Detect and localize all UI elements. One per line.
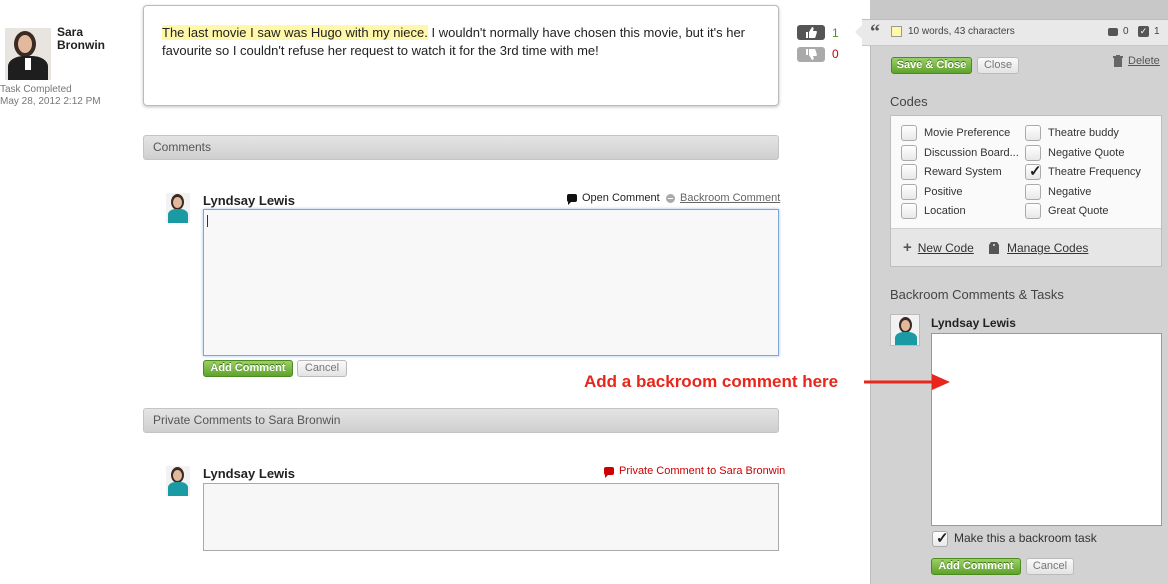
highlighted-quote[interactable]: The last movie I saw was Hugo with my ni… [162,25,428,40]
thumbs-up-icon [806,27,817,38]
code-checkbox[interactable] [1025,144,1041,161]
speech-bubble-icon [567,194,577,205]
annotation-callout: Add a backroom comment here [584,372,839,391]
backroom-task-label: Make this a backroom task [954,531,1097,545]
new-code-label: New Code [917,241,974,255]
manage-codes-link[interactable]: Manage Codes [989,241,1088,255]
backroom-task-checkbox[interactable]: ✓ [932,530,949,547]
code-checkbox[interactable] [1025,203,1041,219]
code-checkbox[interactable] [1025,183,1041,200]
code-label: Negative Quote [1048,146,1125,159]
open-comment-label: Open Comment [582,192,660,204]
tag-icon [989,242,999,254]
panel-top-strip [870,0,1168,20]
comments-section-header: Comments [143,135,779,160]
new-code-link[interactable]: + New Code [903,239,974,256]
selection-header: “ 10 words, 43 characters 0 ✓ 1 [855,19,1168,46]
codes-title: Codes [890,94,928,109]
code-label: Great Quote [1048,205,1109,217]
backroom-comment-input[interactable] [931,333,1162,526]
add-comment-button[interactable]: Add Comment [203,360,293,377]
comment-count-icon [1108,28,1118,36]
private-comment-option[interactable]: Private Comment to Sara Bronwin [604,465,786,478]
author-last-name: Bronwin [57,38,105,52]
task-status: Task Completed [0,84,72,95]
dislike-count: 0 [832,47,839,61]
commenter-name: Lyndsay Lewis [203,193,295,208]
quote-icon: “ [870,21,880,43]
backroom-comment-label: Backroom Comment [680,192,781,204]
checkmark-icon: ✓ [936,530,949,547]
minus-circle-icon [666,193,675,203]
highlight-swatch [891,26,902,37]
commenter-avatar [166,193,190,223]
code-label: Location [924,205,966,217]
speech-bubble-icon [604,467,614,478]
backroom-commenter-name: Lyndsay Lewis [931,316,1016,330]
save-close-button[interactable]: Save & Close [891,57,972,74]
code-label: Negative [1048,185,1092,198]
private-comments-section-header: Private Comments to Sara Bronwin [143,408,779,433]
code-label: Theatre Frequency [1048,166,1141,178]
post-timestamp: May 28, 2012 2:12 PM [0,96,101,107]
comment-input[interactable] [203,209,779,356]
like-count: 1 [832,26,839,40]
code-checkbox[interactable] [901,203,917,219]
text-caret [207,215,208,227]
dislike-button[interactable] [797,47,825,62]
code-checkbox[interactable] [901,125,917,141]
task-count: 1 [1154,26,1160,37]
plus-icon: + [903,239,912,256]
code-label: Movie Preference [924,127,1011,139]
private-comment-label: Private Comment to Sara Bronwin [619,465,786,477]
backroom-title: Backroom Comments & Tasks [890,287,1064,302]
private-commenter-name: Lyndsay Lewis [203,466,295,481]
code-checkbox[interactable] [901,183,917,200]
open-comment-option[interactable]: Open Comment [567,192,660,205]
code-checkbox[interactable]: ✓ [1025,163,1042,180]
backroom-cancel-button[interactable]: Cancel [1026,558,1074,575]
codes-list: Movie Preference Discussion Board... Rewar… [890,115,1162,267]
task-count-icon: ✓ [1138,26,1149,37]
cancel-comment-button[interactable]: Cancel [297,360,347,377]
like-button[interactable] [797,25,825,40]
checkmark-icon: ✓ [1029,163,1042,180]
code-checkbox[interactable] [901,164,917,180]
trash-icon [1113,55,1123,67]
author-name[interactable]: Sara Bronwin [57,26,105,52]
backroom-add-comment-button[interactable]: Add Comment [931,558,1021,575]
code-label: Theatre buddy [1048,127,1119,139]
annotation-arrow [864,374,950,390]
code-label: Reward System [924,166,1002,178]
code-label: Discussion Board... [924,146,1019,159]
author-avatar [5,28,51,80]
code-label: Positive [924,185,963,198]
comment-count: 0 [1123,26,1129,37]
code-checkbox[interactable] [901,144,917,161]
thumbs-down-icon [806,49,817,60]
selection-info: 10 words, 43 characters [908,26,1015,37]
backroom-comment-option[interactable]: Backroom Comment [666,192,780,204]
private-commenter-avatar [166,466,190,496]
codes-footer: + New Code Manage Codes [891,228,1161,266]
close-button[interactable]: Close [977,57,1019,74]
post-body: The last movie I saw was Hugo with my ni… [143,5,779,106]
private-comment-input[interactable] [203,483,779,551]
delete-label: Delete [1128,55,1160,67]
delete-link[interactable]: Delete [1113,55,1160,67]
backroom-commenter-avatar [890,314,920,346]
manage-codes-label: Manage Codes [1007,241,1089,255]
code-checkbox[interactable] [1025,125,1041,141]
